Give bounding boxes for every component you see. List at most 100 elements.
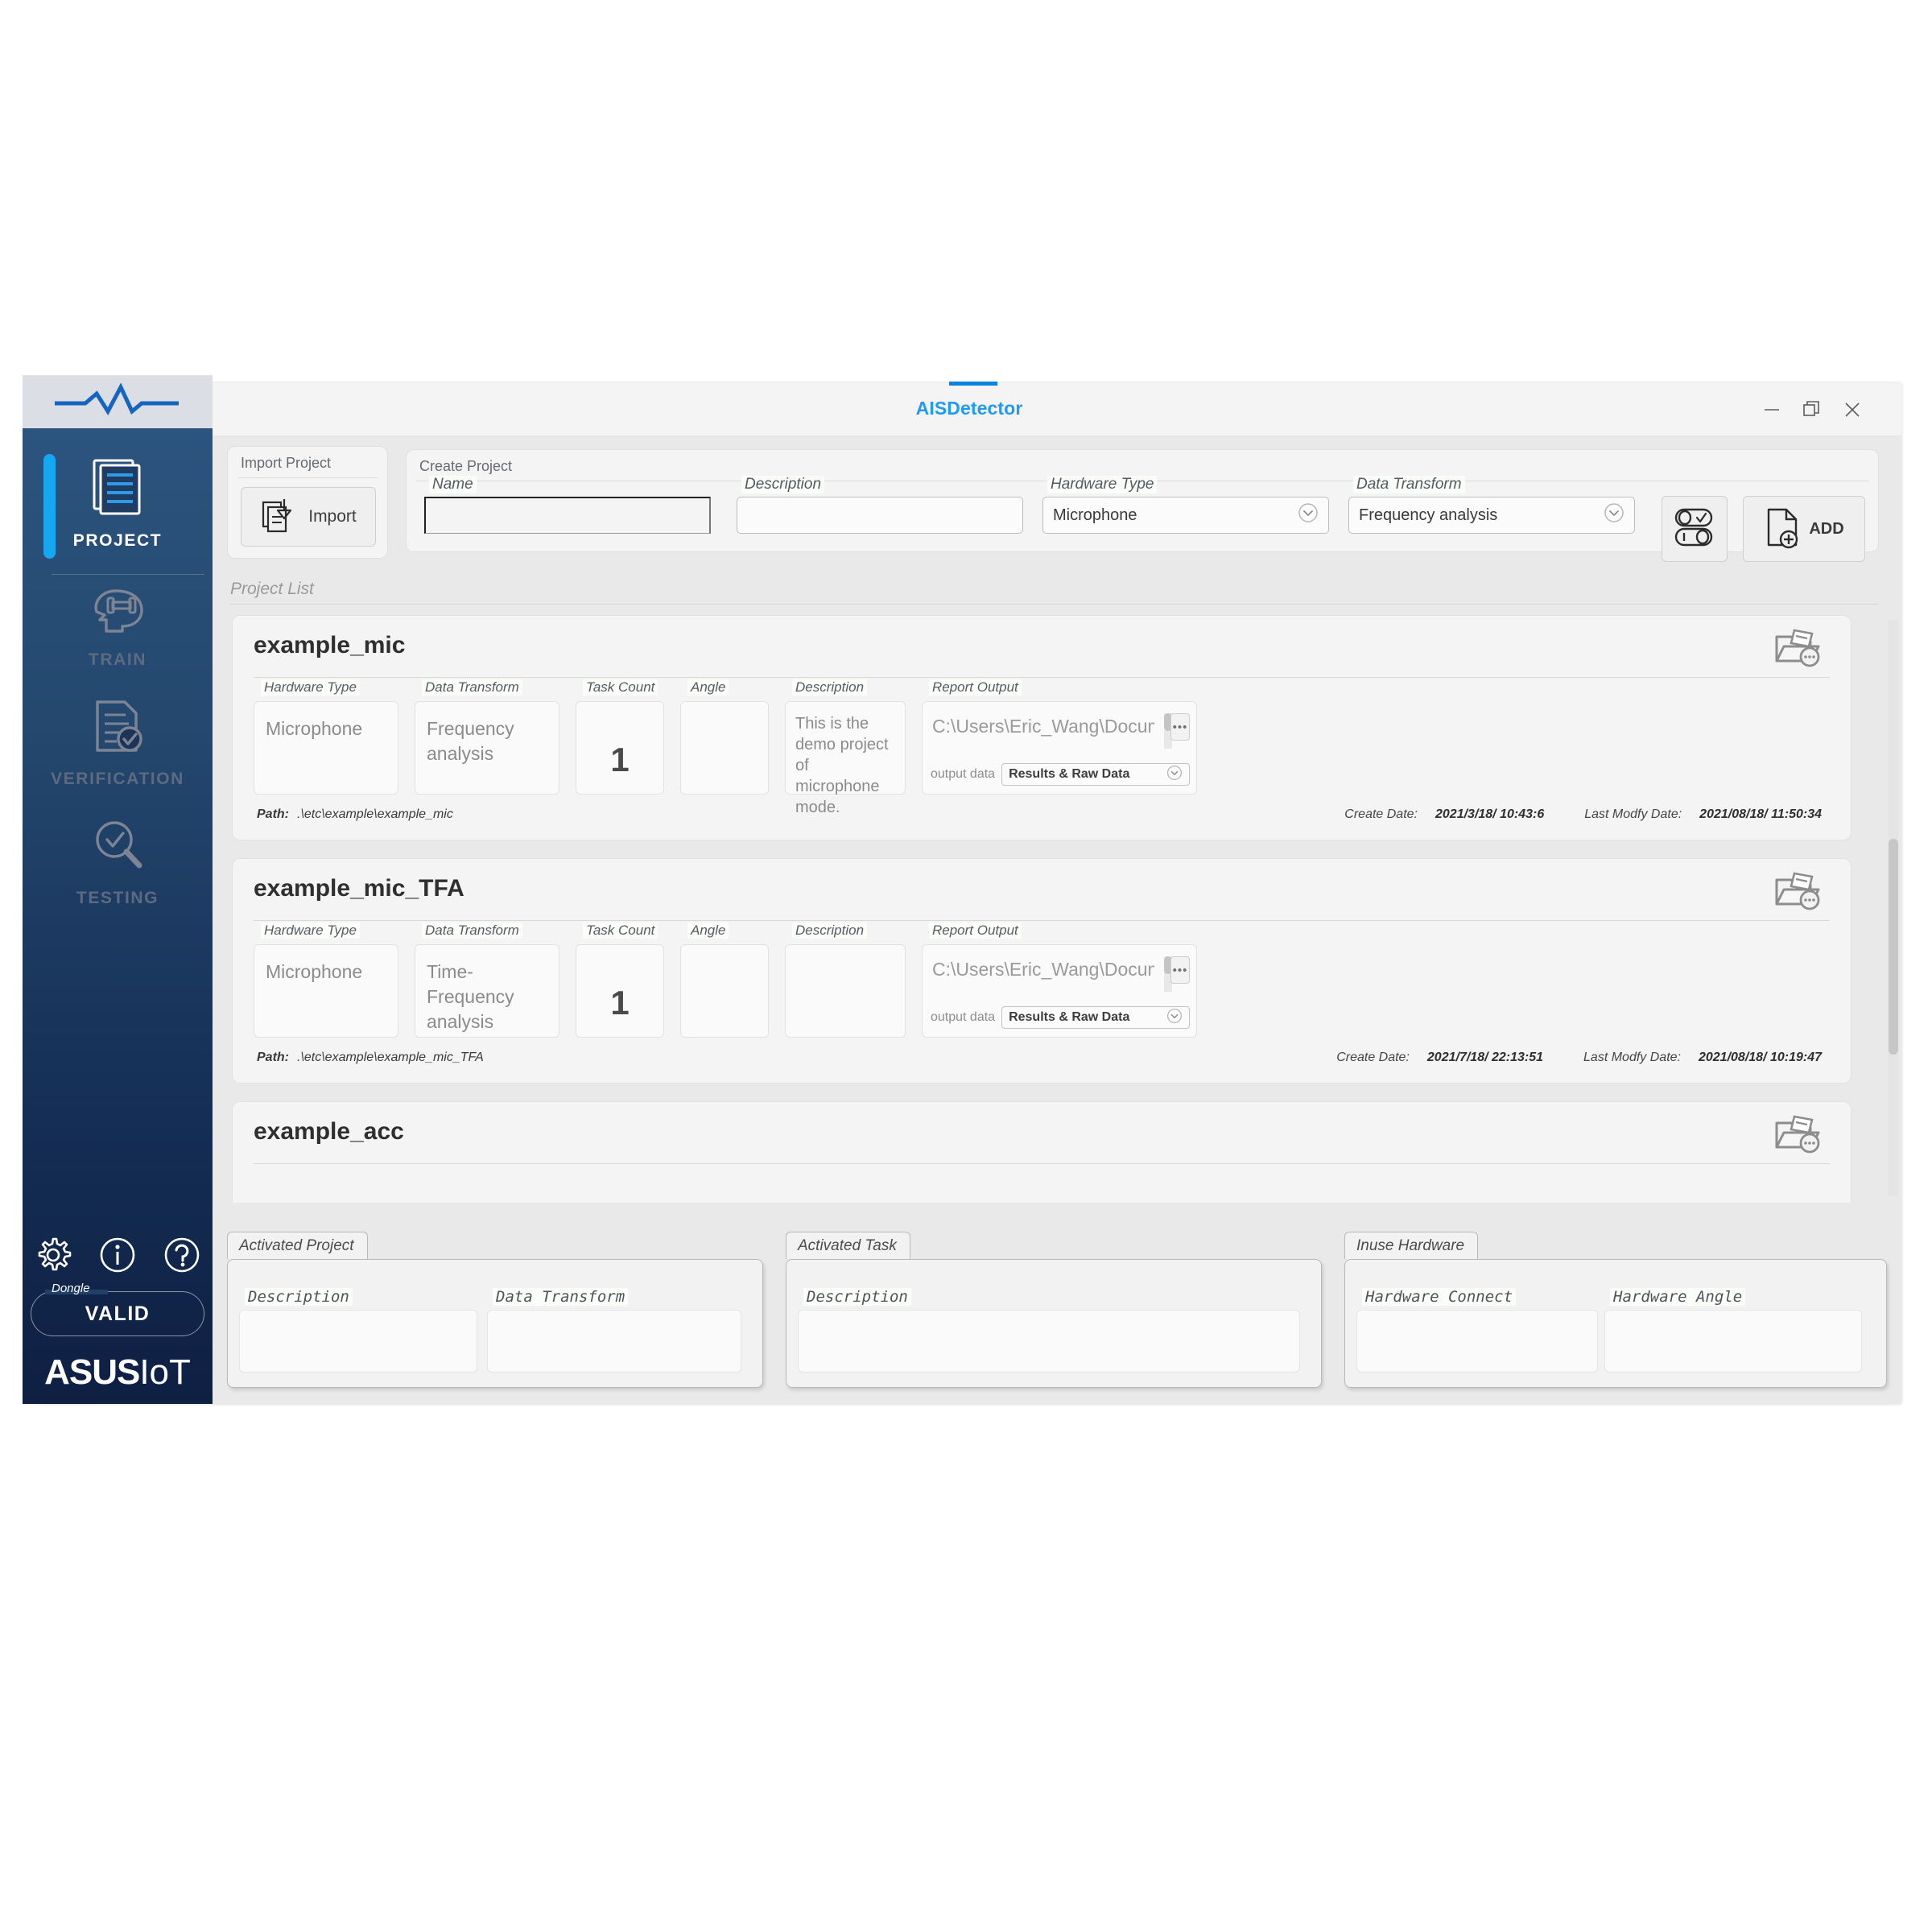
report-path-value: C:\Users\Eric_Wang\Documents\AIS	[932, 716, 1154, 737]
output-data-value: Results & Raw Data	[1009, 1010, 1130, 1024]
add-project-button[interactable]: ADD	[1743, 496, 1865, 562]
hardware-type-select[interactable]: Microphone	[1042, 497, 1329, 534]
cell-value: Microphone	[266, 718, 363, 739]
output-data-label: output data	[931, 767, 996, 781]
gear-icon[interactable]	[32, 1234, 74, 1280]
hardware-connect-field: Hardware Connect	[1356, 1288, 1598, 1373]
project-name: example_mic_TFA	[254, 875, 464, 902]
report-path-value: C:\Users\Eric_Wang\Documents\AIS	[932, 959, 1154, 980]
sidebar-item-label: VERIFICATION	[51, 770, 184, 788]
import-project-panel: Import Project Import	[227, 446, 388, 559]
field-label: Data Transform	[493, 1288, 629, 1306]
create-project-title: Create Project	[419, 458, 513, 474]
sidebar-item-label: PROJECT	[72, 531, 163, 550]
open-folder-icon[interactable]	[1773, 870, 1822, 916]
project-list-title: Project List	[230, 580, 314, 598]
name-input[interactable]	[424, 497, 711, 534]
settings-toggle-button[interactable]	[1662, 496, 1728, 562]
project-list-scrollbar-thumb[interactable]	[1889, 839, 1898, 1055]
cell-value: Microphone	[266, 961, 363, 982]
output-data-select[interactable]: Results & Raw Data	[1001, 1006, 1190, 1029]
cell-report-output: Report Output C:\Users\Eric_Wang\Documen…	[922, 679, 1197, 795]
cell-description: Description	[785, 923, 906, 1038]
cell-label: Description	[792, 679, 868, 696]
minimize-button[interactable]	[1753, 394, 1790, 425]
field-value	[240, 1311, 477, 1327]
name-field-wrapper: Name	[424, 476, 711, 534]
cell-label: Description	[792, 923, 868, 939]
brain-dumbbell-icon	[85, 573, 150, 642]
data-transform-field-wrapper: Data Transform Frequency analysis	[1348, 476, 1635, 534]
cell-value	[681, 945, 768, 974]
add-button-label: ADD	[1809, 519, 1844, 538]
import-button-label: Import	[308, 507, 357, 526]
cell-task-count: Task Count 1	[576, 923, 664, 1038]
cell-label: Hardware Type	[261, 923, 360, 939]
open-folder-icon[interactable]	[1773, 1113, 1822, 1159]
sidebar: PROJECT TRAIN VERIFICATION TESTING Dongl…	[23, 375, 213, 1404]
field-label: Hardware Connect	[1362, 1288, 1517, 1306]
chevron-down-icon[interactable]	[1166, 1008, 1183, 1028]
last-modify-date-value: 2021/08/18/ 11:50:34	[1699, 807, 1822, 821]
cell-description: Description This is the demo project of …	[785, 679, 906, 816]
maximize-button[interactable]	[1794, 394, 1831, 425]
cell-task-count: Task Count 1	[576, 679, 664, 795]
path-value: .\etc\example\example_mic_TFA	[297, 1051, 484, 1064]
cell-angle: Angle	[680, 679, 769, 795]
hardware-angle-field: Hardware Angle	[1604, 1288, 1862, 1373]
status-bar: Activated Project Description Data Trans…	[213, 1209, 1901, 1404]
name-label: Name	[429, 476, 477, 493]
project-name: example_mic	[254, 632, 406, 658]
hardware-type-label: Hardware Type	[1047, 476, 1158, 493]
activated-project-description-field: Description	[239, 1288, 477, 1373]
field-label: Description	[245, 1288, 353, 1306]
activated-project-tab: Activated Project	[227, 1232, 368, 1259]
project-card[interactable]: example_acc	[232, 1101, 1852, 1203]
description-field-wrapper: Description	[737, 476, 1023, 534]
field-label: Hardware Angle	[1610, 1288, 1746, 1306]
create-date-label: Create Date:	[1344, 807, 1418, 821]
project-card[interactable]: example_mic_TFA Hardware Type Microphone	[232, 858, 1852, 1084]
project-card[interactable]: example_mic Hardware Type Microphone Dat…	[232, 615, 1852, 840]
documents-icon	[89, 454, 146, 523]
field-value	[799, 1311, 1299, 1327]
close-button[interactable]	[1834, 394, 1871, 425]
title-bar: AISDetector	[37, 382, 1901, 436]
field-value	[488, 1311, 741, 1327]
output-data-select[interactable]: Results & Raw Data	[1001, 763, 1190, 786]
dongle-status: Dongle VALID	[31, 1282, 204, 1336]
cell-angle: Angle	[680, 923, 769, 1038]
sidebar-item-verification[interactable]: VERIFICATION	[23, 678, 213, 797]
cell-value: 1	[610, 984, 630, 1022]
create-date-value: 2021/7/18/ 22:13:51	[1426, 1051, 1544, 1064]
sidebar-item-testing[interactable]: TESTING	[23, 797, 213, 916]
inuse-hardware-tab: Inuse Hardware	[1344, 1232, 1479, 1259]
chevron-down-icon[interactable]	[1298, 502, 1319, 528]
project-name: example_acc	[254, 1118, 404, 1145]
cell-value: Frequency analysis	[427, 718, 514, 765]
sidebar-item-project[interactable]: PROJECT	[23, 440, 213, 559]
import-button[interactable]: Import	[241, 487, 376, 547]
cell-value: This is the demo project of microphone m…	[795, 715, 889, 816]
field-label: Description	[803, 1288, 911, 1306]
data-transform-select[interactable]: Frequency analysis	[1348, 497, 1635, 534]
help-icon[interactable]	[161, 1234, 203, 1280]
toggle-switches-icon	[1673, 507, 1716, 551]
chevron-down-icon[interactable]	[1604, 502, 1624, 528]
cell-label: Task Count	[583, 679, 658, 696]
project-path: Path: .\etc\example\example_mic	[257, 807, 453, 822]
cell-hardware-type: Hardware Type Microphone	[254, 679, 398, 795]
activated-project-data-transform-field: Data Transform	[487, 1288, 741, 1373]
activated-task-tab: Activated Task	[786, 1232, 910, 1259]
hardware-type-field-wrapper: Hardware Type Microphone	[1042, 476, 1329, 534]
sidebar-item-train[interactable]: TRAIN	[23, 559, 213, 678]
project-dates: Create Date: 2021/7/18/ 22:13:51 Last Mod…	[1336, 1051, 1822, 1065]
open-folder-icon[interactable]	[1773, 627, 1822, 673]
path-label: Path:	[257, 807, 289, 821]
info-icon[interactable]	[97, 1234, 138, 1280]
description-input[interactable]	[737, 497, 1023, 534]
field-value	[1357, 1311, 1597, 1327]
browse-button[interactable]: •••	[1170, 713, 1190, 741]
browse-button[interactable]: •••	[1170, 956, 1190, 984]
chevron-down-icon[interactable]	[1166, 765, 1183, 785]
